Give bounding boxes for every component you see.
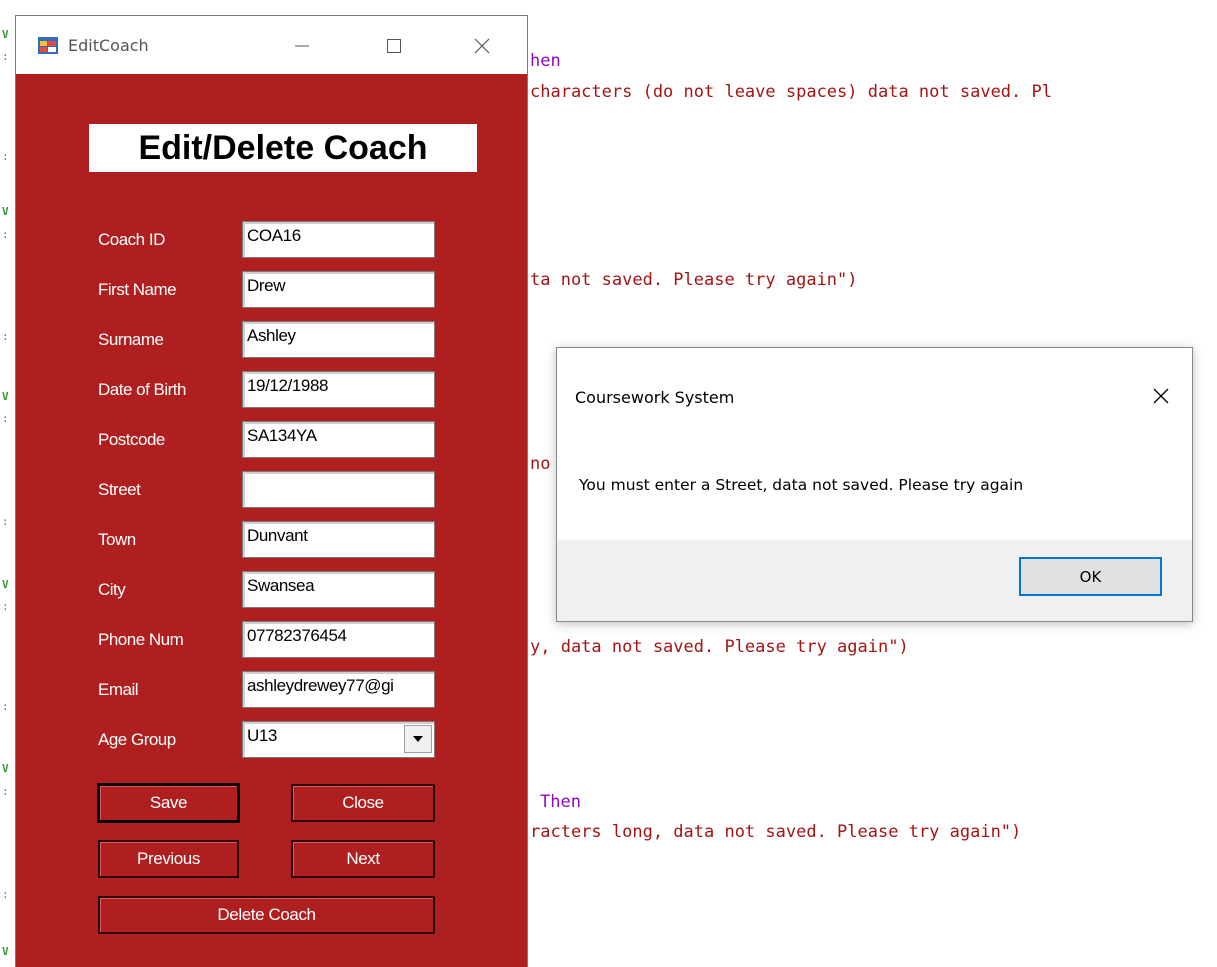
town-label: Town <box>98 530 136 549</box>
first-name-field[interactable]: Drew <box>242 271 435 308</box>
code-line: y, data not saved. Please try again") <box>530 637 909 657</box>
postcode-label: Postcode <box>98 430 165 449</box>
coach-id-field[interactable]: COA16 <box>242 221 435 258</box>
gutter-marker: : <box>2 150 9 163</box>
ok-button[interactable]: OK <box>1019 557 1162 596</box>
postcode-field[interactable]: SA134YA <box>242 421 435 458</box>
message-box-dialog: Coursework System You must enter a Stree… <box>556 347 1193 622</box>
code-line: Then <box>540 792 581 812</box>
city-field[interactable]: Swansea <box>242 571 435 608</box>
dialog-close-button[interactable] <box>1143 378 1179 414</box>
gutter-marker: : <box>2 330 9 343</box>
gutter-marker: V <box>2 205 9 218</box>
delete-coach-button[interactable]: Delete Coach <box>98 896 435 934</box>
date-of-birth-field[interactable]: 19/12/1988 <box>242 371 435 408</box>
first-name-label: First Name <box>98 280 177 299</box>
gutter-marker: : <box>2 700 9 713</box>
surname-field[interactable]: Ashley <box>242 321 435 358</box>
code-line: racters long, data not saved. Please try… <box>530 822 1022 842</box>
phone-num-label: Phone Num <box>98 630 184 649</box>
edit-coach-window: EditCoach Edit/Delete Coach Coach ID COA… <box>15 15 528 967</box>
dialog-footer: OK <box>557 540 1192 621</box>
email-field[interactable]: ashleydrewey77@gi <box>242 671 435 708</box>
window-title: EditCoach <box>68 36 149 55</box>
surname-label: Surname <box>98 330 164 349</box>
page-title: Edit/Delete Coach <box>89 124 477 172</box>
code-line: ta not saved. Please try again") <box>530 270 858 290</box>
gutter-marker: V <box>2 578 9 591</box>
form-app-icon <box>38 37 58 54</box>
dialog-message: You must enter a Street, data not saved.… <box>579 476 1024 494</box>
next-button[interactable]: Next <box>291 840 435 878</box>
coach-id-label: Coach ID <box>98 230 165 249</box>
close-icon <box>1153 388 1169 404</box>
gutter-marker: : <box>2 515 9 528</box>
gutter-marker: : <box>2 228 9 241</box>
dialog-title: Coursework System <box>575 388 735 407</box>
code-line: no <box>530 454 551 474</box>
street-label: Street <box>98 480 141 499</box>
gutter-marker: V <box>2 945 9 958</box>
city-label: City <box>98 580 126 599</box>
gutter-marker: V <box>2 28 9 41</box>
age-group-label: Age Group <box>98 730 176 749</box>
close-button[interactable]: Close <box>291 784 435 822</box>
gutter-marker: : <box>2 50 9 63</box>
gutter-marker: : <box>2 785 9 798</box>
email-label: Email <box>98 680 139 699</box>
street-field[interactable] <box>242 471 435 508</box>
town-field[interactable]: Dunvant <box>242 521 435 558</box>
previous-button[interactable]: Previous <box>98 840 239 878</box>
gutter-marker: : <box>2 412 9 425</box>
minimize-icon <box>295 45 309 47</box>
title-bar[interactable]: EditCoach <box>16 16 527 74</box>
gutter-marker: : <box>2 600 9 613</box>
maximize-icon <box>387 39 401 53</box>
gutter-marker: V <box>2 762 9 775</box>
age-group-value: U13 <box>247 726 277 745</box>
close-icon <box>474 38 490 54</box>
chevron-down-icon <box>413 736 423 742</box>
dropdown-arrow-button[interactable] <box>404 725 432 753</box>
save-button[interactable]: Save <box>97 783 240 823</box>
gutter-marker: : <box>2 888 9 901</box>
minimize-button[interactable] <box>279 26 325 66</box>
age-group-select[interactable]: U13 <box>242 721 435 758</box>
code-line: characters (do not leave spaces) data no… <box>530 82 1052 102</box>
date-of-birth-label: Date of Birth <box>98 380 187 399</box>
gutter-marker: V <box>2 390 9 403</box>
code-line: hen <box>530 51 561 71</box>
maximize-button[interactable] <box>371 26 417 66</box>
phone-num-field[interactable]: 07782376454 <box>242 621 435 658</box>
close-window-button[interactable] <box>459 26 505 66</box>
